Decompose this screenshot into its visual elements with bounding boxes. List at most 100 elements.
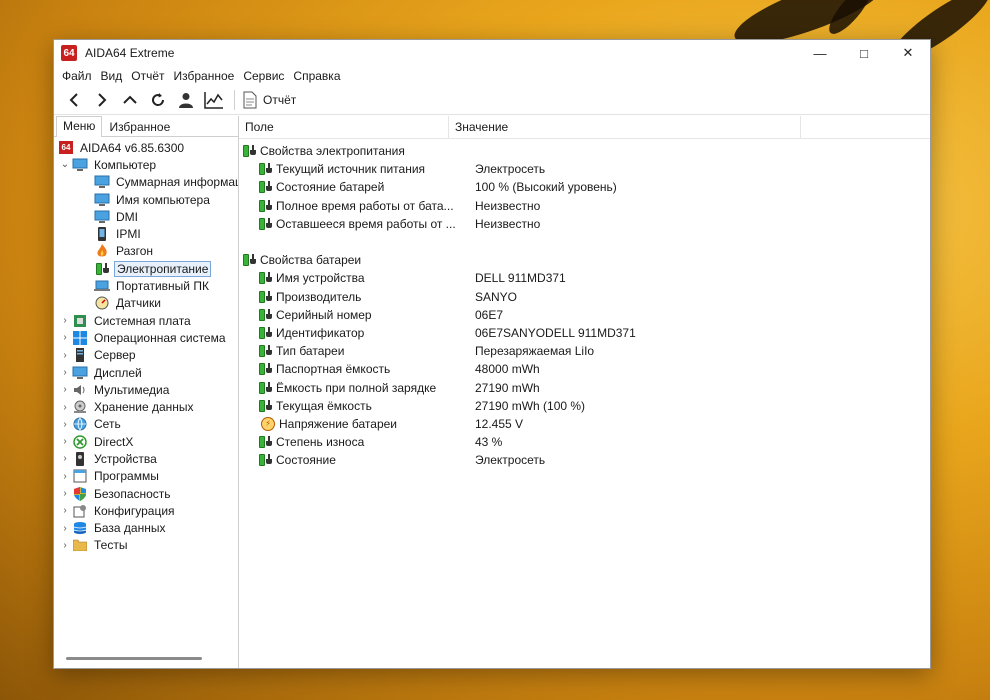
tree-item-overclock[interactable]: Разгон (54, 243, 238, 260)
chevron-right-icon[interactable]: › (58, 315, 72, 326)
list-item[interactable]: ⚡ Напряжение батареи 12.455 V (239, 415, 930, 433)
list-item[interactable]: Имя устройства DELL 911MD371 (239, 269, 930, 287)
tree-item-software[interactable]: › Программы (54, 468, 238, 485)
tree-item-dmi[interactable]: DMI (54, 208, 238, 225)
back-button[interactable] (60, 88, 88, 112)
menu-tools[interactable]: Сервис (239, 69, 288, 83)
battery-icon (259, 199, 265, 212)
tree-item-multimedia[interactable]: › Мультимедиа (54, 381, 238, 398)
user-button[interactable] (172, 88, 200, 112)
tree-item-root[interactable]: 64 AIDA64 v6.85.6300 (54, 139, 238, 156)
battery-icon (243, 254, 249, 267)
tree-item-devices[interactable]: › Устройства (54, 450, 238, 467)
tree-item-server[interactable]: › Сервер (54, 347, 238, 364)
battery-icon (259, 381, 265, 394)
chevron-right-icon[interactable]: › (58, 436, 72, 447)
chart-button[interactable] (200, 88, 228, 112)
list-item[interactable]: Серийный номер 06E7 (239, 306, 930, 324)
refresh-button[interactable] (144, 88, 172, 112)
list-item[interactable]: Состояние батарей 100 % (Высокий уровень… (239, 178, 930, 196)
menu-file[interactable]: Файл (58, 69, 96, 83)
tree-item-power[interactable]: Электропитание (54, 260, 238, 277)
tree-item-label: Суммарная информация (116, 175, 238, 190)
group-header-power[interactable]: Свойства электропитания (239, 142, 930, 160)
tree-item-label: Хранение данных (94, 400, 194, 415)
chevron-right-icon[interactable]: › (58, 402, 72, 413)
chevron-right-icon[interactable]: › (58, 332, 72, 343)
list-item[interactable]: Ёмкость при полной зарядке 27190 mWh (239, 378, 930, 396)
tree-item-security[interactable]: › Безопасность (54, 485, 238, 502)
tree-item-ipmi[interactable]: IPMI (54, 225, 238, 242)
maximize-button[interactable]: □ (842, 40, 886, 66)
battery-icon (259, 454, 265, 467)
chevron-right-icon[interactable]: › (58, 523, 72, 534)
aida-logo-icon: 64 (58, 141, 74, 155)
chevron-up-icon (123, 95, 137, 104)
forward-button[interactable] (88, 88, 116, 112)
tree-item-summary[interactable]: Суммарная информация (54, 174, 238, 191)
group-title: Свойства электропитания (260, 144, 405, 159)
list-item[interactable]: Паспортная ёмкость 48000 mWh (239, 360, 930, 378)
group-header-battery[interactable]: Свойства батареи (239, 251, 930, 269)
list-item[interactable]: Состояние Электросеть (239, 451, 930, 469)
tree-item-computer-name[interactable]: Имя компьютера (54, 191, 238, 208)
tree-item-os[interactable]: › Операционная система (54, 329, 238, 346)
tree-item-network[interactable]: › Сеть (54, 416, 238, 433)
minimize-button[interactable]: — (798, 40, 842, 66)
battery-icon (259, 181, 265, 194)
menu-help[interactable]: Справка (289, 69, 344, 83)
monitor-icon (72, 158, 88, 172)
tree-item-sensors[interactable]: Датчики (54, 295, 238, 312)
monitor-icon (94, 210, 110, 224)
chevron-right-icon[interactable]: › (58, 471, 72, 482)
app-window: 64 AIDA64 Extreme — □ ✕ Файл Вид Отчёт И… (53, 39, 931, 669)
list-item[interactable]: Степень износа 43 % (239, 433, 930, 451)
tree-item-portable[interactable]: Портативный ПК (54, 277, 238, 294)
list-item[interactable]: Оставшееся время работы от ... Неизвестн… (239, 215, 930, 233)
menu-report[interactable]: Отчёт (127, 69, 168, 83)
tree-item-directx[interactable]: › DirectX (54, 433, 238, 450)
close-button[interactable]: ✕ (886, 40, 930, 66)
chevron-right-icon[interactable]: › (58, 367, 72, 378)
chevron-right-icon[interactable]: › (58, 540, 72, 551)
horizontal-scrollbar[interactable] (66, 657, 202, 660)
chevron-right-icon[interactable]: › (58, 505, 72, 516)
field-label: Имя устройства (276, 271, 365, 286)
battery-plug-icon (94, 262, 110, 276)
tree-item-label: Программы (94, 469, 159, 484)
tab-menu[interactable]: Меню (56, 116, 103, 137)
chevron-right-icon[interactable]: › (58, 488, 72, 499)
tree-item-database[interactable]: › База данных (54, 520, 238, 537)
chevron-down-icon[interactable]: ⌄ (58, 159, 72, 170)
motherboard-icon (72, 314, 88, 328)
tree-item-display[interactable]: › Дисплей (54, 364, 238, 381)
tree-item-computer[interactable]: ⌄ Компьютер (54, 156, 238, 173)
window-title: AIDA64 Extreme (85, 46, 175, 60)
column-value[interactable]: Значение (449, 116, 801, 138)
plug-icon (266, 199, 272, 212)
chevron-right-icon[interactable]: › (58, 419, 72, 430)
report-button[interactable]: Отчёт (243, 91, 296, 109)
tree-item-label: DMI (116, 209, 138, 224)
list-item[interactable]: Производитель SANYO (239, 288, 930, 306)
tree-item-label: DirectX (94, 434, 134, 449)
up-button[interactable] (116, 88, 144, 112)
tab-favorites[interactable]: Избранное (102, 117, 177, 136)
menu-favorites[interactable]: Избранное (170, 69, 239, 83)
list-item[interactable]: Текущая ёмкость 27190 mWh (100 %) (239, 397, 930, 415)
list-item[interactable]: Тип батареи Перезаряжаемая LiIo (239, 342, 930, 360)
tree-item-storage[interactable]: › Хранение данных (54, 398, 238, 415)
chevron-right-icon[interactable]: › (58, 384, 72, 395)
tree-item-config[interactable]: › Конфигурация (54, 502, 238, 519)
tree-item-motherboard[interactable]: › Системная плата (54, 312, 238, 329)
battery-icon (259, 345, 265, 358)
column-field[interactable]: Поле (239, 116, 449, 138)
chevron-right-icon[interactable]: › (58, 350, 72, 361)
menu-view[interactable]: Вид (97, 69, 127, 83)
list-item[interactable]: Текущий источник питания Электросеть (239, 160, 930, 178)
list-item[interactable]: Идентификатор 06E7SANYODELL 911MD371 (239, 324, 930, 342)
field-value: SANYO (475, 289, 518, 304)
chevron-right-icon[interactable]: › (58, 453, 72, 464)
tree-item-benchmark[interactable]: › Тесты (54, 537, 238, 554)
list-item[interactable]: Полное время работы от бата... Неизвестн… (239, 197, 930, 215)
